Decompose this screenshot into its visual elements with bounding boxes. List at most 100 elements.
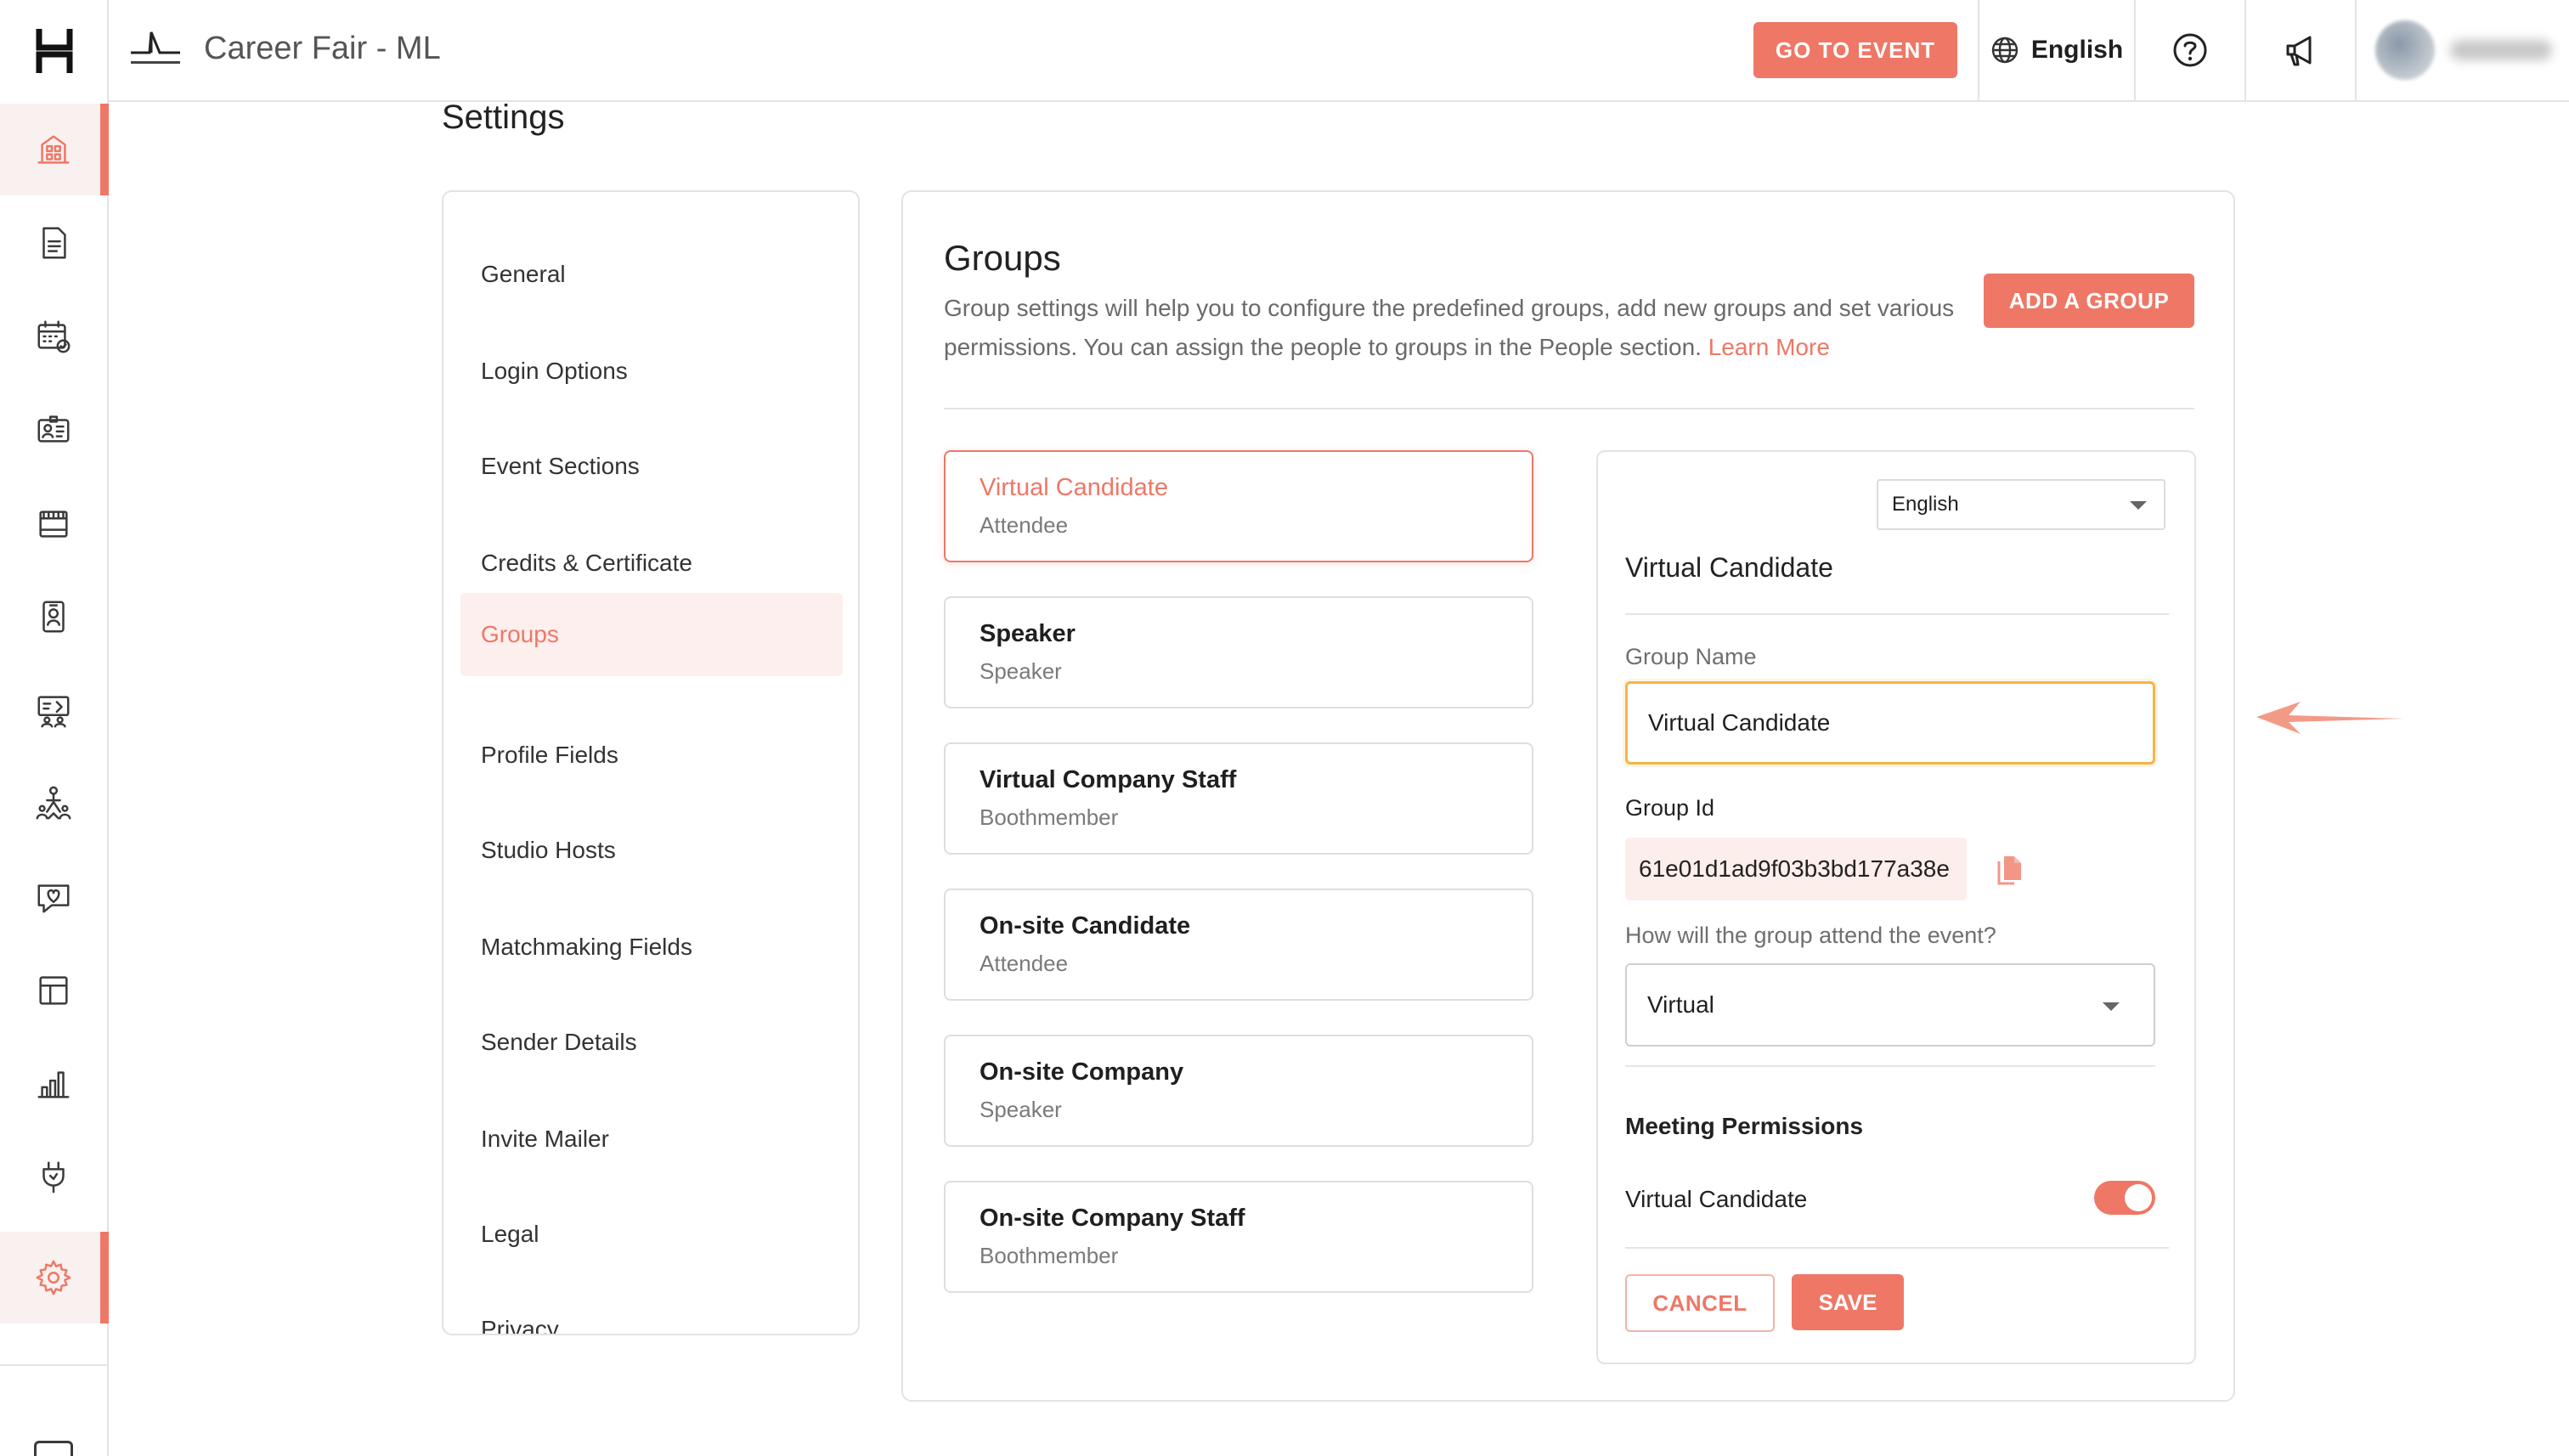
group-card-role: Boothmember [980,804,1119,830]
group-id-label: Group Id [1625,795,1715,821]
nav-item-sender-details[interactable]: Sender Details [460,1001,843,1084]
settings-icon [36,1260,71,1295]
groups-divider [944,408,2194,409]
add-group-button[interactable]: ADD A GROUP [1984,274,2194,328]
id-card-icon [37,415,70,443]
rail-id-card-icon[interactable] [0,384,107,476]
group-card-name: On-site Company [980,1058,1184,1086]
group-card-virtual-candidate[interactable]: Virtual Candidate Attendee [944,450,1533,562]
hubilo-logo-icon[interactable] [0,0,109,102]
attend-mode-value: Virtual [1647,991,1714,1018]
rail-layout-icon[interactable] [0,945,107,1036]
detail-title: Virtual Candidate [1625,552,1833,583]
globe-icon [1991,37,2019,64]
chevron-down-icon [2103,1002,2120,1011]
group-detail-panel: English Virtual Candidate Group Name Gro… [1596,450,2196,1364]
detail-language-value: English [1892,493,1959,516]
permission-toggle[interactable] [2094,1181,2155,1215]
group-card-name: On-site Company Staff [980,1205,1245,1232]
groups-panel: Groups Group settings will help you to c… [901,190,2235,1402]
settings-nav: General Login Options Event Sections Cre… [442,190,860,1335]
group-id-value: 61e01d1ad9f03b3bd177a38e [1625,838,1967,900]
left-rail [0,0,109,1456]
arrow-left-icon [2256,702,2404,734]
announcements-button[interactable] [2244,0,2355,100]
nav-item-login-options[interactable]: Login Options [460,330,843,413]
help-button[interactable] [2134,0,2244,100]
help-icon [2173,33,2207,67]
chevron-down-icon [2130,501,2147,510]
nav-item-matchmaking-fields[interactable]: Matchmaking Fields [460,906,843,989]
meeting-permissions-title: Meeting Permissions [1625,1113,1864,1139]
group-card-virtual-company-staff[interactable]: Virtual Company Staff Boothmember [944,742,1533,855]
group-card-role: Attendee [980,512,1069,538]
copy-icon[interactable] [1996,851,2024,885]
layout-icon [39,976,68,1005]
nav-item-legal[interactable]: Legal [460,1193,843,1276]
networking-icon [36,786,71,820]
event-title: Career Fair - ML [204,31,441,66]
save-button[interactable]: SAVE [1792,1274,1904,1330]
nav-item-privacy[interactable]: Privacy [460,1288,843,1334]
group-card-role: Attendee [980,951,1069,976]
avatar [2375,20,2435,80]
group-card-speaker[interactable]: Speaker Speaker [944,596,1533,708]
group-card-on-site-company[interactable]: On-site Company Speaker [944,1035,1533,1147]
groups-title: Groups [944,238,1061,278]
rail-networking-icon[interactable] [0,758,107,849]
rail-divider [0,1364,107,1366]
lounge-icon [37,696,70,728]
building-icon [37,135,70,164]
nav-item-profile-fields[interactable]: Profile Fields [460,714,843,797]
detail-language-select[interactable]: English [1877,479,2165,530]
rail-engagement-icon[interactable] [0,851,107,943]
rail-document-icon[interactable] [0,197,107,289]
group-card-role: Speaker [980,658,1062,684]
group-card-on-site-company-staff[interactable]: On-site Company Staff Boothmember [944,1181,1533,1293]
go-to-event-button[interactable]: GO TO EVENT [1753,22,1957,78]
calendar-icon [37,320,71,353]
group-name-input[interactable] [1625,681,2155,765]
language-label: English [2030,36,2124,64]
rail-badge-icon[interactable] [0,571,107,663]
integrations-icon [42,1161,65,1194]
rail-lounge-icon[interactable] [0,664,107,756]
group-card-name: Speaker [980,620,1076,647]
event-logo-icon [131,31,180,64]
group-card-on-site-candidate[interactable]: On-site Candidate Attendee [944,889,1533,1001]
rail-settings-icon[interactable] [0,1232,109,1323]
nav-item-general[interactable]: General [460,233,843,316]
language-selector[interactable]: English [1978,0,2134,100]
detail-divider [1625,613,2169,615]
booth-icon [39,511,68,538]
rail-building-icon[interactable] [0,104,109,195]
user-name-redacted [2450,40,2552,60]
group-card-name: Virtual Company Staff [980,766,1237,793]
badge-icon [42,601,65,633]
groups-description: Group settings will help you to configur… [944,289,1972,367]
nav-item-event-sections[interactable]: Event Sections [460,425,843,508]
group-card-role: Boothmember [980,1243,1119,1268]
nav-item-groups[interactable]: Groups [460,593,843,676]
rail-more-icon[interactable] [34,1441,73,1456]
rail-integrations-icon[interactable] [0,1132,107,1223]
detail-divider [1625,1247,2169,1249]
rail-calendar-icon[interactable] [0,291,107,382]
page-title: Settings [442,99,565,136]
nav-item-invite-mailer[interactable]: Invite Mailer [460,1098,843,1181]
rail-analytics-icon[interactable] [0,1038,107,1130]
user-menu[interactable] [2355,0,2569,100]
top-bar: Career Fair - ML GO TO EVENT English [109,0,2569,102]
cancel-button[interactable]: CANCEL [1625,1274,1775,1332]
megaphone-icon [2286,36,2312,66]
nav-item-studio-hosts[interactable]: Studio Hosts [460,809,843,892]
group-card-name: Virtual Candidate [980,474,1168,501]
group-card-role: Speaker [980,1097,1062,1122]
group-card-name: On-site Candidate [980,912,1191,940]
group-name-label: Group Name [1625,644,1757,669]
learn-more-link[interactable]: Learn More [1708,334,1830,360]
detail-divider [1625,1065,2155,1067]
engagement-icon [37,884,70,913]
attend-mode-select[interactable]: Virtual [1625,963,2155,1047]
rail-booth-icon[interactable] [0,477,107,569]
